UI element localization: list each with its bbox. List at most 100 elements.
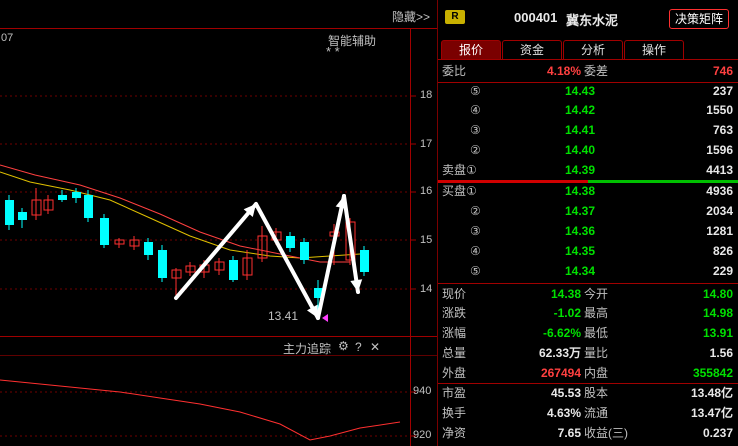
- candle-body: [72, 192, 81, 198]
- tab-analysis[interactable]: 分析: [563, 40, 623, 59]
- candle-body: [229, 260, 238, 280]
- candle-body: [84, 195, 93, 218]
- buy-order-row[interactable]: ③ 14.36 1281: [438, 222, 738, 241]
- quote-stat-value: 14.80: [702, 287, 733, 301]
- sell-order-row[interactable]: ③ 14.41 763: [438, 121, 738, 140]
- sell-order-row[interactable]: ② 14.40 1596: [438, 141, 738, 160]
- quote-stat-label: 量比: [584, 346, 609, 360]
- quote-stat-label: 最高: [584, 306, 609, 320]
- low-marker: [322, 314, 328, 322]
- divider: [438, 383, 738, 384]
- sell-order-row[interactable]: ④ 14.42 1550: [438, 101, 738, 120]
- quote-stat-value: -6.62%: [542, 326, 581, 340]
- settings-icon[interactable]: ⚙: [338, 339, 349, 353]
- quote-stat-label: 股本: [584, 386, 609, 400]
- quote-stat-value: 1.56: [709, 346, 733, 360]
- kline-chart-area[interactable]: 07 智能辅助 * * 隐藏>> 18 17 16 15 14 13.41 主力…: [0, 0, 437, 446]
- quote-stat-row: 涨跌 -1.02 最高 14.98: [438, 304, 738, 323]
- y-label-14: 14: [420, 283, 433, 295]
- candle-body: [58, 195, 67, 200]
- order-level: ②: [470, 143, 481, 157]
- weicha-value: 746: [712, 64, 733, 78]
- buy-order-row[interactable]: 买盘① 14.38 4936: [438, 182, 738, 201]
- quote-stat-label: 流通: [584, 406, 609, 420]
- y-axis-line: [410, 28, 411, 446]
- subchart-line: [0, 379, 401, 441]
- weibi-row: 委比 4.18% 委差 746: [438, 62, 738, 81]
- order-price: 14.41: [564, 123, 595, 137]
- quote-stat-value: 355842: [692, 366, 733, 380]
- quote-stat-value: 4.63%: [546, 406, 581, 420]
- quote-stat-row: 现价 14.38 今开 14.80: [438, 285, 738, 304]
- weibi-value: 4.18%: [546, 64, 581, 78]
- hide-panel-button[interactable]: 隐藏>>: [392, 8, 430, 25]
- quote-stat-label: 净资: [442, 426, 467, 440]
- order-volume: 4413: [706, 163, 733, 177]
- order-volume: 2034: [706, 204, 733, 218]
- quote-stat-row: 外盘 267494 内盘 355842: [438, 364, 738, 383]
- chart-corner-label: 07: [1, 32, 14, 44]
- order-level: 买盘①: [442, 184, 477, 198]
- kline-chart-svg[interactable]: [0, 0, 437, 446]
- order-level: ⑤: [470, 84, 481, 98]
- quote-panel: R 000401 冀东水泥 决策矩阵 报价 资金 分析 操作 委比 4.18% …: [437, 0, 738, 446]
- stock-code: 000401: [514, 10, 558, 25]
- chart-top-border: [0, 28, 437, 29]
- tab-operation[interactable]: 操作: [624, 40, 684, 59]
- quote-stat-value: -1.02: [553, 306, 581, 320]
- order-volume: 763: [712, 123, 733, 137]
- sub-chart-title[interactable]: 主力追踪: [283, 340, 331, 357]
- quote-stat-row: 换手 4.63% 流通 13.47亿: [438, 404, 738, 423]
- trend-arrow: [174, 202, 258, 300]
- y-label-16: 16: [420, 185, 433, 197]
- sub-y-label-940: 940: [413, 385, 432, 397]
- buy-order-row[interactable]: ⑤ 14.34 229: [438, 262, 738, 281]
- candle-body: [360, 250, 369, 272]
- quote-stat-label: 涨跌: [442, 306, 467, 320]
- order-level: ④: [470, 103, 481, 117]
- order-level: ③: [470, 224, 481, 238]
- y-label-15: 15: [420, 234, 433, 246]
- quote-stat-label: 现价: [442, 287, 467, 301]
- quote-stat-row: 总量 62.33万 量比 1.56: [438, 344, 738, 363]
- order-volume: 237: [712, 84, 733, 98]
- trend-arrow: [254, 202, 320, 320]
- close-icon[interactable]: ✕: [370, 340, 380, 354]
- quote-stat-value: 62.33万: [538, 346, 581, 360]
- quote-stat-label: 内盘: [584, 366, 609, 380]
- quote-stat-value: 13.91: [702, 326, 733, 340]
- candle-body: [5, 200, 14, 225]
- ma2-line: [0, 164, 350, 263]
- quote-stat-value: 0.237: [702, 426, 733, 440]
- quote-stat-value: 45.53: [550, 386, 581, 400]
- order-price: 14.35: [564, 244, 595, 258]
- quote-stat-row: 涨幅 -6.62% 最低 13.91: [438, 324, 738, 343]
- help-icon[interactable]: ?: [355, 340, 362, 354]
- indicator-stars: * *: [326, 44, 340, 59]
- divider: [438, 283, 738, 284]
- order-price: 14.34: [564, 264, 595, 278]
- tab-quote[interactable]: 报价: [441, 40, 501, 59]
- order-volume: 1281: [706, 224, 733, 238]
- order-price: 14.40: [564, 143, 595, 157]
- sell-order-row[interactable]: ⑤ 14.43 237: [438, 82, 738, 101]
- decision-matrix-button[interactable]: 决策矩阵: [669, 9, 729, 29]
- order-volume: 229: [712, 264, 733, 278]
- quote-stat-value: 14.38: [550, 287, 581, 301]
- candle-body: [18, 212, 27, 220]
- quote-stat-value: 13.48亿: [690, 386, 733, 400]
- sell-order-row[interactable]: 卖盘① 14.39 4413: [438, 161, 738, 180]
- subchart-top-border: [0, 336, 437, 337]
- order-price: 14.36: [564, 224, 595, 238]
- buy-order-row[interactable]: ④ 14.35 826: [438, 242, 738, 261]
- tab-funds[interactable]: 资金: [502, 40, 562, 59]
- order-price: 14.38: [564, 184, 595, 198]
- order-volume: 4936: [706, 184, 733, 198]
- order-price: 14.42: [564, 103, 595, 117]
- order-price: 14.43: [564, 84, 595, 98]
- candle-body: [286, 236, 295, 248]
- order-price: 14.39: [564, 163, 595, 177]
- sub-y-label-920: 920: [413, 429, 432, 441]
- quote-stat-label: 涨幅: [442, 326, 467, 340]
- buy-order-row[interactable]: ② 14.37 2034: [438, 202, 738, 221]
